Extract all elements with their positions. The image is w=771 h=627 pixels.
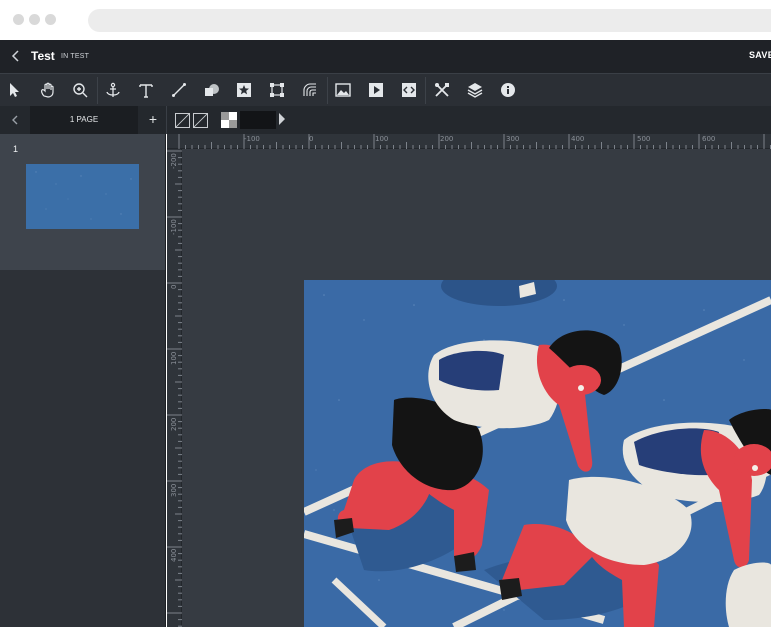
page-thumbnail-entry[interactable]: 1	[0, 134, 165, 270]
stroke-none-swatch[interactable]	[175, 113, 190, 128]
hand-icon[interactable]	[37, 80, 57, 100]
pointer-icon[interactable]	[4, 80, 24, 100]
ruler-label: 400	[170, 548, 178, 562]
page-number: 1	[13, 144, 19, 154]
checker-swatch[interactable]	[221, 112, 237, 128]
star-icon[interactable]	[234, 80, 254, 100]
code-icon[interactable]	[399, 80, 419, 100]
ruler-label: 200	[440, 135, 454, 143]
ruler-label: 0	[309, 135, 314, 143]
address-bar[interactable]	[88, 9, 771, 32]
text-icon[interactable]	[136, 80, 156, 100]
pagebar-divider	[166, 106, 167, 134]
ruler-label: 300	[506, 135, 520, 143]
chevron-left-icon[interactable]	[0, 106, 30, 134]
play-icon[interactable]	[366, 80, 386, 100]
toolbar-divider	[327, 77, 328, 104]
tools-icon[interactable]	[432, 80, 452, 100]
pages-panel: 1	[0, 134, 166, 627]
shapes-icon[interactable]	[202, 80, 222, 100]
save-button[interactable]: SAVE	[749, 50, 771, 60]
browser-chrome	[0, 0, 771, 40]
ruler-label: 400	[571, 135, 585, 143]
artboard-illustration[interactable]	[304, 280, 771, 627]
tool-bar	[0, 73, 771, 106]
toolbar-divider	[97, 77, 98, 104]
window-maximize-dot[interactable]	[45, 14, 56, 25]
play-arrow-icon[interactable]	[279, 113, 285, 125]
document-title: Test	[31, 49, 55, 63]
window-close-dot[interactable]	[13, 14, 24, 25]
ruler-label: 0	[170, 284, 178, 289]
window-minimize-dot[interactable]	[29, 14, 40, 25]
page-thumbnail[interactable]	[26, 164, 139, 229]
line-icon[interactable]	[169, 80, 189, 100]
ruler-label: 200	[170, 417, 178, 431]
add-page-button[interactable]: +	[145, 111, 161, 127]
ruler-label: 100	[375, 135, 389, 143]
page-bar: 1 PAGE +	[0, 106, 771, 134]
ruler-label: 100	[170, 351, 178, 365]
info-icon[interactable]	[498, 80, 518, 100]
document-status: IN TEST	[61, 53, 90, 60]
ruler-label: 500	[637, 135, 651, 143]
layers-icon[interactable]	[465, 80, 485, 100]
ruler-label: -200	[170, 153, 178, 169]
title-bar: Test IN TEST SAVE	[0, 40, 771, 73]
toolbar-divider	[425, 77, 426, 104]
page-count-tab[interactable]: 1 PAGE	[30, 106, 138, 134]
vertical-ruler: -200 -100 0 100 200 300 400	[167, 149, 182, 627]
fill-none-swatch[interactable]	[193, 113, 208, 128]
image-icon[interactable]	[333, 80, 353, 100]
gradient-icon[interactable]	[300, 80, 320, 100]
ruler-label: -100	[170, 219, 178, 235]
ruler-label: 300	[170, 483, 178, 497]
back-icon[interactable]	[9, 49, 23, 63]
anchor-icon[interactable]	[103, 80, 123, 100]
color-input[interactable]	[240, 111, 276, 129]
transform-icon[interactable]	[267, 80, 287, 100]
horizontal-ruler: -100 0 100 200 300 400 500 600	[167, 134, 771, 149]
zoom-in-icon[interactable]	[70, 80, 90, 100]
ruler-label: 600	[702, 135, 716, 143]
ruler-label: -100	[244, 135, 260, 143]
